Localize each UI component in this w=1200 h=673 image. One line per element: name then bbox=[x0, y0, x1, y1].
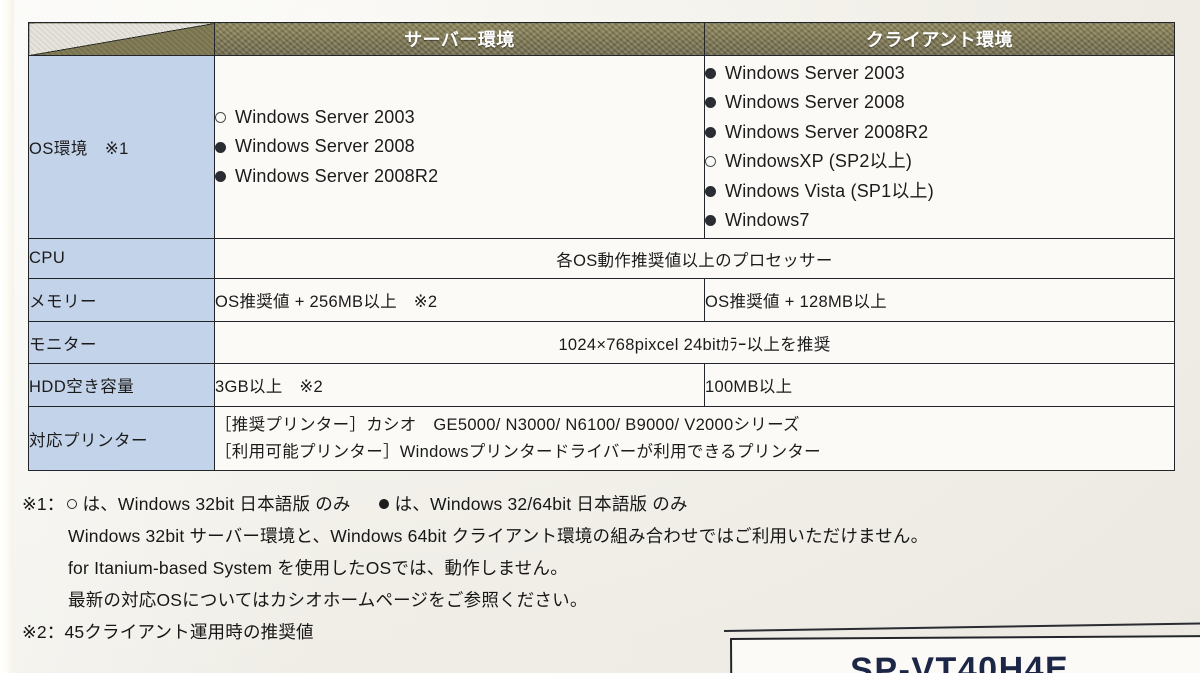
list-item: Windows Server 2003 bbox=[215, 103, 704, 133]
open-circle-icon bbox=[215, 112, 226, 123]
row-label-hdd: HDD空き容量 bbox=[28, 363, 215, 407]
os-name: Windows7 bbox=[725, 210, 810, 230]
cell-memory-client: OS推奨値 + 128MB以上 bbox=[704, 278, 1175, 322]
table-row-hdd: HDD空き容量 3GB以上 ※2 100MB以上 bbox=[28, 363, 1175, 407]
cell-hdd-server: 3GB以上 ※2 bbox=[214, 363, 705, 407]
promo-box: SP-VT40H4E bbox=[730, 635, 1200, 673]
list-item: WindowsXP (SP2以上) bbox=[705, 147, 1174, 177]
table-header: サーバー環境 クライアント環境 bbox=[28, 22, 1175, 56]
os-list-server: Windows Server 2003 Windows Server 2008 … bbox=[215, 103, 704, 192]
footnote-1-line-1: ※1： は、Windows 32bit 日本語版 のみ は、Windows 32/6… bbox=[22, 488, 1172, 520]
os-name: WindowsXP (SP2以上) bbox=[725, 151, 913, 171]
filled-circle-icon bbox=[705, 97, 716, 109]
cell-os-client: Windows Server 2003 Windows Server 2008 … bbox=[704, 55, 1175, 239]
filled-circle-icon bbox=[705, 126, 716, 138]
list-item: Windows7 bbox=[705, 206, 1174, 236]
spec-table-container: サーバー環境 クライアント環境 OS環境 ※1 Windows Server 2… bbox=[28, 22, 1175, 471]
table-row-printer: 対応プリンター ［推奨プリンター］カシオ GE5000/ N3000/ N610… bbox=[28, 406, 1175, 471]
list-item: Windows Server 2003 bbox=[705, 59, 1174, 89]
footnote-1-filled-text: は、Windows 32/64bit 日本語版 のみ bbox=[394, 494, 688, 514]
cell-memory-server: OS推奨値 + 256MB以上 ※2 bbox=[214, 278, 705, 322]
open-circle-icon bbox=[705, 156, 716, 168]
row-label-printer: 対応プリンター bbox=[28, 406, 215, 471]
cell-hdd-client: 100MB以上 bbox=[704, 363, 1175, 407]
footnote-1-line-4: 最新の対応OSについてはカシオホームページをご参照ください。 bbox=[22, 584, 1172, 616]
cell-monitor-merged: 1024×768pixcel 24bitｶﾗｰ以上を推奨 bbox=[214, 321, 1175, 364]
list-item: Windows Server 2008 bbox=[215, 132, 704, 162]
footnote-1-line-4-text: 最新の対応OSについてはカシオホームページをご参照ください。 bbox=[68, 590, 588, 610]
header-server-environment: サーバー環境 bbox=[214, 22, 705, 56]
header-corner-diagonal bbox=[28, 22, 215, 56]
footnote-1-prefix: ※1： bbox=[22, 494, 65, 514]
footnote-1-line-3: for Itanium-based System を使用したOSでは、動作しませ… bbox=[22, 552, 1172, 584]
os-name: Windows Server 2008 bbox=[725, 92, 905, 112]
printer-recommended-line: ［推奨プリンター］カシオ GE5000/ N3000/ N6100/ B9000… bbox=[215, 415, 800, 434]
promo-product-code: SP-VT40H4E bbox=[850, 649, 1070, 673]
open-circle-icon bbox=[66, 499, 77, 509]
page-root: サーバー環境 クライアント環境 OS環境 ※1 Windows Server 2… bbox=[0, 0, 1200, 673]
footnote-1-line-2: Windows 32bit サーバー環境と、Windows 64bit クライア… bbox=[22, 520, 1172, 552]
os-name: Windows Server 2008R2 bbox=[235, 165, 439, 186]
os-name: Windows Server 2003 bbox=[235, 106, 415, 127]
row-label-os: OS環境 ※1 bbox=[28, 55, 215, 239]
list-item: Windows Vista (SP1以上) bbox=[705, 177, 1174, 207]
list-item: Windows Server 2008R2 bbox=[215, 162, 704, 192]
filled-circle-icon bbox=[215, 171, 226, 182]
row-label-monitor: モニター bbox=[28, 321, 215, 364]
os-name: Windows Server 2008 bbox=[235, 136, 415, 157]
filled-circle-icon bbox=[705, 215, 716, 227]
table-row-os: OS環境 ※1 Windows Server 2003 Windows Serv… bbox=[28, 55, 1175, 239]
table-row-monitor: モニター 1024×768pixcel 24bitｶﾗｰ以上を推奨 bbox=[28, 321, 1175, 364]
list-item: Windows Server 2008 bbox=[705, 88, 1174, 118]
system-requirements-table: サーバー環境 クライアント環境 OS環境 ※1 Windows Server 2… bbox=[28, 22, 1175, 471]
os-name: Windows Server 2008R2 bbox=[725, 121, 929, 142]
os-name: Windows Server 2003 bbox=[725, 62, 905, 83]
cell-os-server: Windows Server 2003 Windows Server 2008 … bbox=[214, 55, 705, 239]
table-body: OS環境 ※1 Windows Server 2003 Windows Serv… bbox=[28, 55, 1175, 471]
filled-circle-icon bbox=[705, 67, 716, 79]
footnote-1-open-text: は、Windows 32bit 日本語版 のみ bbox=[82, 494, 351, 514]
page-left-edge bbox=[0, 0, 14, 673]
filled-circle-icon bbox=[378, 499, 389, 509]
row-label-memory: メモリー bbox=[28, 278, 215, 322]
footnotes: ※1： は、Windows 32bit 日本語版 のみ は、Windows 32/6… bbox=[22, 488, 1172, 648]
printer-supported-line: ［利用可能プリンター］Windowsプリンタードライバーが利用できるプリンター bbox=[215, 442, 821, 461]
table-row-cpu: CPU 各OS動作推奨値以上のプロセッサー bbox=[28, 238, 1175, 279]
footnote-1-line-3-text: for Itanium-based System を使用したOSでは、動作しませ… bbox=[68, 558, 568, 578]
header-row: サーバー環境 クライアント環境 bbox=[28, 22, 1175, 56]
filled-circle-icon bbox=[705, 185, 716, 197]
header-client-environment: クライアント環境 bbox=[704, 22, 1175, 56]
cell-cpu-merged: 各OS動作推奨値以上のプロセッサー bbox=[214, 238, 1175, 279]
os-name: Windows Vista (SP1以上) bbox=[725, 180, 934, 201]
footnote-1-line-2-text: Windows 32bit サーバー環境と、Windows 64bit クライア… bbox=[68, 526, 929, 546]
row-label-cpu: CPU bbox=[28, 238, 215, 279]
table-row-memory: メモリー OS推奨値 + 256MB以上 ※2 OS推奨値 + 128MB以上 bbox=[28, 278, 1175, 322]
os-list-client: Windows Server 2003 Windows Server 2008 … bbox=[705, 59, 1174, 236]
filled-circle-icon bbox=[215, 141, 226, 153]
cell-printer-merged: ［推奨プリンター］カシオ GE5000/ N3000/ N6100/ B9000… bbox=[214, 406, 1175, 471]
list-item: Windows Server 2008R2 bbox=[705, 118, 1174, 148]
